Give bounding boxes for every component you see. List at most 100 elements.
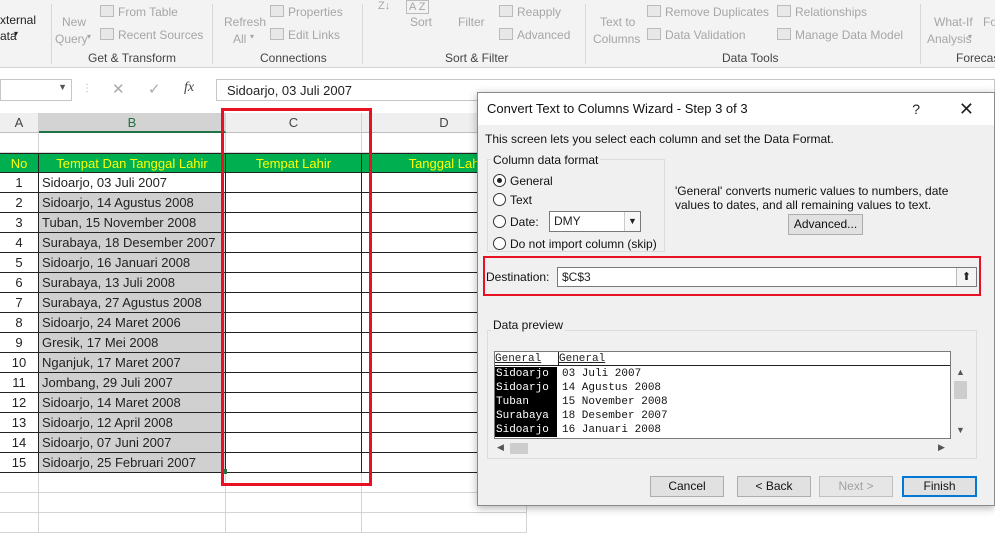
cell[interactable]	[0, 133, 39, 153]
close-icon[interactable]: ✕	[959, 93, 974, 125]
sort-dialog-icon[interactable]: A Z	[406, 0, 429, 14]
cell-no[interactable]: 8	[0, 313, 39, 333]
chevron-down-icon[interactable]: ▼	[624, 212, 640, 231]
relationships-button[interactable]: Relationships	[777, 5, 867, 19]
scrollbar-thumb[interactable]	[510, 443, 528, 454]
radio-button[interactable]	[493, 193, 506, 206]
cell-tempat-tanggal[interactable]: Surabaya, 13 Juli 2008	[39, 273, 226, 293]
cell-tempat-tanggal[interactable]: Jombang, 29 Juli 2007	[39, 373, 226, 393]
radio-button-selected[interactable]	[493, 174, 506, 187]
cell-no[interactable]: 15	[0, 453, 39, 473]
finish-button[interactable]: Finish	[902, 476, 977, 497]
name-box[interactable]: ▼	[0, 79, 72, 101]
radio-general[interactable]: General	[493, 173, 553, 189]
cell-no[interactable]: 3	[0, 213, 39, 233]
cell-no[interactable]: 5	[0, 253, 39, 273]
cell-tempat-tanggal[interactable]: Sidoarjo, 25 Februari 2007	[39, 453, 226, 473]
cell[interactable]	[39, 473, 226, 493]
radio-date[interactable]: Date:	[493, 214, 539, 230]
radio-button[interactable]	[493, 237, 506, 250]
chevron-right-icon[interactable]: ▶	[938, 442, 945, 453]
filter-button[interactable]: Filter	[458, 15, 485, 29]
new-query-label-2[interactable]: Query	[55, 32, 88, 46]
cell-tempat-tanggal[interactable]: Surabaya, 18 Desember 2007	[39, 233, 226, 253]
cell-no[interactable]: 6	[0, 273, 39, 293]
chevron-down-icon[interactable]: ▼	[956, 425, 965, 435]
edit-links-button[interactable]: Edit Links	[270, 28, 340, 42]
cell-no[interactable]: 9	[0, 333, 39, 353]
cell-tempat-tanggal[interactable]: Sidoarjo, 12 April 2008	[39, 413, 226, 433]
cell-no[interactable]: 14	[0, 433, 39, 453]
chevron-left-icon[interactable]: ◀	[497, 442, 504, 453]
sort-az-icon[interactable]: Z↓	[378, 0, 390, 12]
scrollbar-thumb[interactable]	[954, 381, 967, 399]
enter-icon[interactable]: ✓	[148, 80, 161, 98]
cell-tempat-tanggal[interactable]: Nganjuk, 17 Maret 2007	[39, 353, 226, 373]
get-external-data-label[interactable]: xternal	[0, 13, 36, 27]
refresh-all-label-2[interactable]: All	[233, 32, 246, 46]
back-button[interactable]: < Back	[737, 476, 811, 497]
cell-no[interactable]: 1	[0, 173, 39, 193]
preview-header-2[interactable]: General	[559, 352, 950, 366]
preview-header-1[interactable]: General	[495, 352, 559, 366]
header-no[interactable]: No	[0, 153, 39, 173]
data-validation-button[interactable]: Data Validation	[647, 28, 746, 42]
column-header-b[interactable]: B	[39, 113, 226, 133]
cell-tempat-tanggal[interactable]: Surabaya, 27 Agustus 2008	[39, 293, 226, 313]
what-if-analysis-label-2[interactable]: Analysis	[927, 32, 972, 46]
radio-text[interactable]: Text	[493, 192, 532, 208]
cell-tempat-tanggal[interactable]: Tuban, 15 November 2008	[39, 213, 226, 233]
preview-column-1[interactable]: Sidoarjo Sidoarjo Tuban Surabaya Sidoarj…	[495, 367, 557, 437]
chevron-up-icon[interactable]: ▲	[956, 367, 965, 377]
cell-no[interactable]: 13	[0, 413, 39, 433]
data-preview-table[interactable]: General General Sidoarjo Sidoarjo Tuban …	[494, 351, 951, 439]
new-query-label[interactable]: New	[62, 15, 86, 29]
cell-no[interactable]: 4	[0, 233, 39, 253]
from-table-button[interactable]: From Table	[100, 5, 178, 19]
text-to-columns-label[interactable]: Text to	[600, 15, 635, 29]
cell-tempat-tanggal[interactable]: Sidoarjo, 24 Maret 2006	[39, 313, 226, 333]
cell-tempat-tanggal[interactable]: Sidoarjo, 14 Agustus 2008	[39, 193, 226, 213]
radio-skip[interactable]: Do not import column (skip)	[493, 236, 657, 252]
what-if-analysis-label[interactable]: What-If	[934, 15, 973, 29]
cell-no[interactable]: 7	[0, 293, 39, 313]
cell-no[interactable]: 12	[0, 393, 39, 413]
manage-data-model-button[interactable]: Manage Data Model	[777, 28, 903, 42]
cell[interactable]	[226, 493, 362, 513]
cell-tempat-tanggal[interactable]: Sidoarjo, 07 Juni 2007	[39, 433, 226, 453]
cell[interactable]	[0, 473, 39, 493]
cell[interactable]	[39, 493, 226, 513]
preview-column-2[interactable]: 03 Juli 2007 14 Agustus 2008 15 November…	[561, 367, 861, 437]
header-tempat-tanggal[interactable]: Tempat Dan Tanggal Lahir	[39, 153, 226, 173]
refresh-all-label[interactable]: Refresh	[224, 15, 266, 29]
cell[interactable]	[226, 513, 362, 533]
cell-no[interactable]: 10	[0, 353, 39, 373]
cell-tempat-tanggal[interactable]: Sidoarjo, 03 Juli 2007	[39, 173, 226, 193]
date-format-select[interactable]: DMY ▼	[549, 211, 641, 232]
cell-tempat-tanggal[interactable]: Sidoarjo, 16 Januari 2008	[39, 253, 226, 273]
forecast-sheet-label[interactable]: Fo	[983, 15, 995, 29]
advanced-filter-button[interactable]: Advanced	[499, 28, 570, 42]
cell[interactable]	[362, 513, 527, 533]
cell[interactable]	[39, 133, 226, 153]
cell[interactable]	[39, 513, 226, 533]
advanced-button[interactable]: Advanced...	[788, 214, 863, 235]
sort-button[interactable]: Sort	[410, 15, 432, 29]
insert-function-icon[interactable]: fx	[184, 80, 194, 96]
cell-tempat-tanggal[interactable]: Gresik, 17 Mei 2008	[39, 333, 226, 353]
cell-no[interactable]: 2	[0, 193, 39, 213]
remove-duplicates-button[interactable]: Remove Duplicates	[647, 5, 769, 19]
cell[interactable]	[0, 493, 39, 513]
column-header-a[interactable]: A	[0, 113, 39, 133]
help-icon[interactable]: ?	[912, 93, 920, 125]
preview-horizontal-scrollbar[interactable]: ◀ ▶	[494, 441, 951, 455]
cancel-button[interactable]: Cancel	[650, 476, 724, 497]
reapply-button[interactable]: Reapply	[499, 5, 561, 19]
cell[interactable]	[0, 513, 39, 533]
radio-button[interactable]	[493, 215, 506, 228]
cell-no[interactable]: 11	[0, 373, 39, 393]
properties-button[interactable]: Properties	[270, 5, 343, 19]
cell-tempat-tanggal[interactable]: Sidoarjo, 14 Maret 2008	[39, 393, 226, 413]
preview-vertical-scrollbar[interactable]: ▲ ▼	[952, 365, 969, 439]
cancel-icon[interactable]: ✕	[112, 80, 125, 98]
